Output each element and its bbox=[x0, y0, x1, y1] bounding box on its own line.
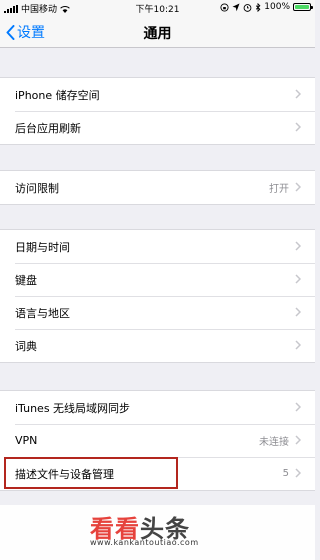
row-label: 语言与地区 bbox=[15, 306, 70, 320]
chevron-right-icon bbox=[295, 89, 301, 99]
row-label: 访问限制 bbox=[15, 181, 59, 195]
chevron-right-icon bbox=[295, 402, 301, 412]
settings-group-sync: iTunes 无线局域网同步 VPN 未连接 描述文件与设备管理 5 bbox=[0, 390, 315, 491]
settings-row-itunes-wifi-sync[interactable]: iTunes 无线局域网同步 bbox=[0, 391, 315, 424]
status-bar: 中国移动 下午10:21 100% bbox=[0, 0, 315, 16]
row-label: 词典 bbox=[15, 339, 37, 353]
row-label: VPN bbox=[15, 434, 38, 447]
row-value: 打开 bbox=[269, 184, 289, 195]
battery-icon bbox=[293, 3, 313, 11]
row-label: 描述文件与设备管理 bbox=[15, 467, 114, 481]
page-title: 通用 bbox=[143, 26, 172, 42]
settings-row-restrictions[interactable]: 访问限制 打开 bbox=[0, 171, 315, 204]
settings-row-language-region[interactable]: 语言与地区 bbox=[0, 296, 315, 329]
settings-row-vpn[interactable]: VPN 未连接 bbox=[0, 424, 315, 457]
lock-rotation-icon bbox=[220, 2, 229, 12]
alarm-icon bbox=[243, 3, 252, 12]
settings-row-background-refresh[interactable]: 后台应用刷新 bbox=[0, 111, 315, 144]
chevron-right-icon bbox=[295, 182, 301, 192]
status-right: 100% bbox=[220, 2, 313, 12]
row-label: 后台应用刷新 bbox=[15, 121, 81, 135]
navigation-bar: 设置 通用 bbox=[0, 16, 315, 48]
settings-row-profiles-device-management[interactable]: 描述文件与设备管理 5 bbox=[0, 457, 315, 490]
chevron-right-icon bbox=[295, 340, 301, 350]
chevron-right-icon bbox=[295, 274, 301, 284]
row-label: 键盘 bbox=[15, 273, 37, 287]
battery-percent: 100% bbox=[264, 2, 290, 12]
row-label: iTunes 无线局域网同步 bbox=[15, 401, 131, 415]
chevron-right-icon bbox=[295, 435, 301, 445]
location-icon bbox=[232, 3, 240, 11]
row-value: 5 bbox=[282, 468, 289, 479]
settings-group-storage: iPhone 储存空间 后台应用刷新 bbox=[0, 77, 315, 145]
row-value: 未连接 bbox=[259, 437, 289, 448]
settings-row-dictionary[interactable]: 词典 bbox=[0, 329, 315, 362]
chevron-right-icon bbox=[295, 122, 301, 132]
chevron-right-icon bbox=[295, 241, 301, 251]
settings-row-date-time[interactable]: 日期与时间 bbox=[0, 230, 315, 263]
watermark-url: www.kankantoutiao.com bbox=[90, 538, 199, 547]
watermark: 看看头条 www.kankantoutiao.com bbox=[0, 505, 315, 560]
chevron-right-icon bbox=[295, 307, 301, 317]
row-label: 日期与时间 bbox=[15, 240, 70, 254]
settings-row-iphone-storage[interactable]: iPhone 储存空间 bbox=[0, 78, 315, 111]
settings-group-restrictions: 访问限制 打开 bbox=[0, 170, 315, 205]
bluetooth-icon bbox=[256, 2, 261, 12]
chevron-right-icon bbox=[295, 468, 301, 478]
row-label: iPhone 储存空间 bbox=[15, 88, 100, 102]
settings-row-keyboard[interactable]: 键盘 bbox=[0, 263, 315, 296]
settings-group-locale: 日期与时间 键盘 语言与地区 词典 bbox=[0, 229, 315, 363]
